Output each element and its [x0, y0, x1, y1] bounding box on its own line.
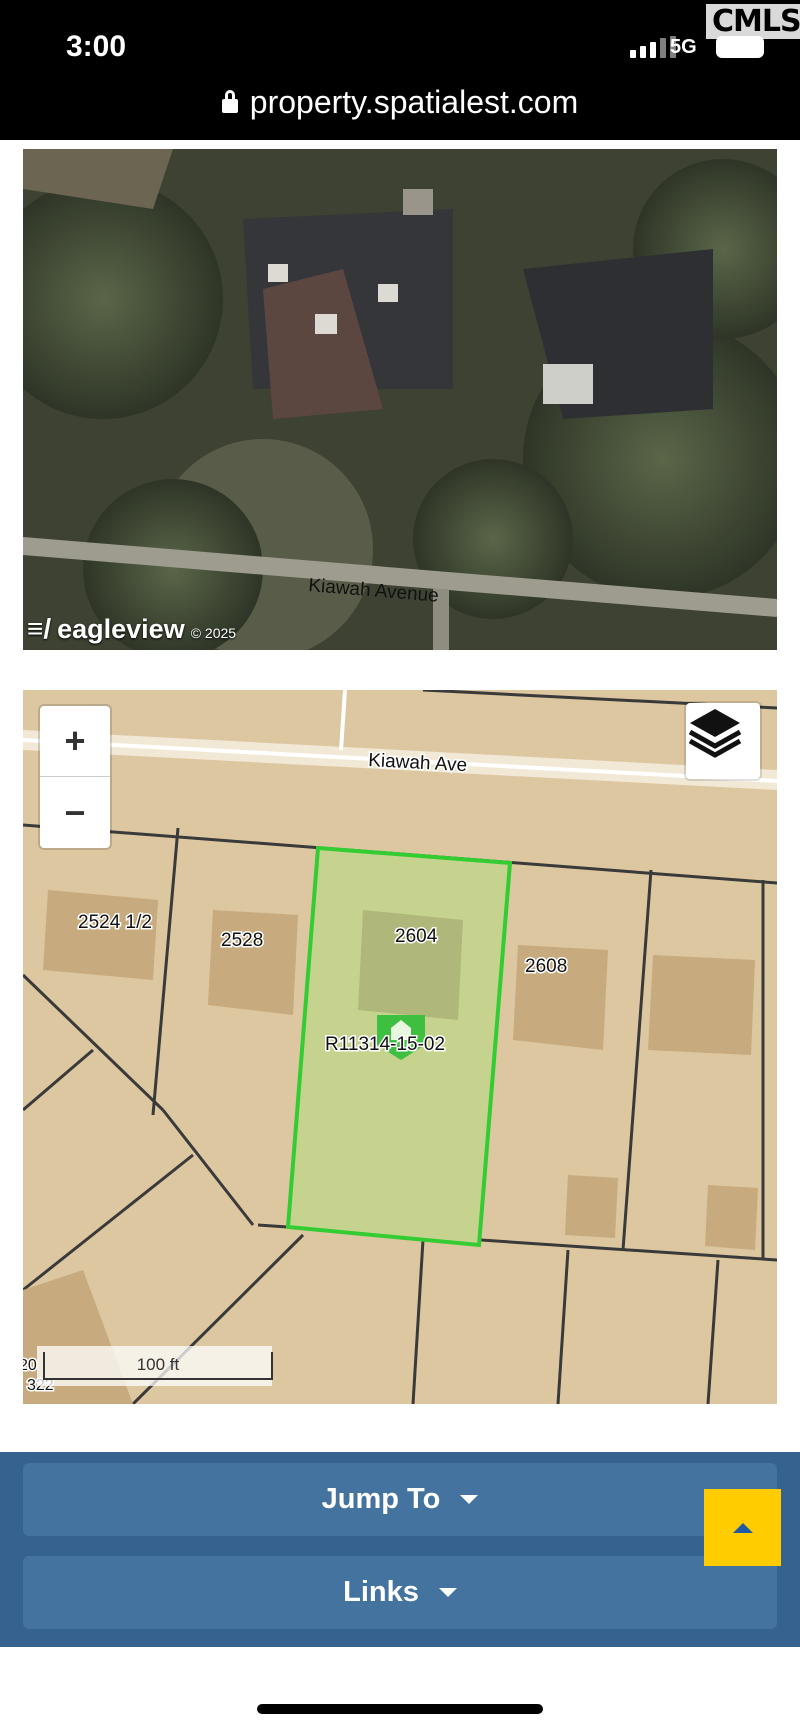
parcel-id-label: R11314-15-02 — [325, 1034, 445, 1055]
battery-icon — [716, 36, 764, 58]
arrow-up-icon — [732, 1522, 753, 1533]
navigation-panel: Jump To Links — [0, 1452, 800, 1647]
scroll-to-top-button[interactable] — [704, 1489, 781, 1566]
jump-to-label: Jump To — [321, 1483, 441, 1515]
url-text: property.spatialest.com — [249, 84, 579, 120]
lock-icon — [221, 90, 238, 113]
svg-text:20: 20 — [23, 1357, 37, 1374]
eagleview-logo: ≡/eagleview © 2025 — [27, 613, 237, 644]
chevron-down-icon — [460, 1495, 479, 1504]
links-label: Links — [343, 1576, 419, 1608]
parcel-map[interactable]: Kiawah Ave 2524 1/2 2528 2604 2608 R1131… — [23, 690, 777, 1404]
scale-label: 100 ft — [43, 1352, 273, 1380]
address-bar[interactable]: property.spatialest.com — [0, 84, 800, 121]
home-indicator[interactable] — [257, 1704, 543, 1714]
parcel-label-2524-1-2: 2524 1/2 — [78, 912, 152, 933]
zoom-out-button[interactable]: − — [40, 777, 110, 848]
aerial-photo: Kiawah Avenue ≡/eagleview © 2025 — [23, 149, 777, 650]
zoom-in-button[interactable]: + — [40, 706, 110, 777]
scale-bar: 100 ft — [37, 1346, 273, 1386]
links-button[interactable]: Links — [23, 1556, 777, 1629]
chevron-down-icon — [438, 1588, 457, 1597]
parcel-label-2528: 2528 — [221, 930, 263, 951]
jump-to-button[interactable]: Jump To — [23, 1463, 777, 1536]
parcel-label-2604: 2604 — [395, 926, 438, 947]
zoom-control: + − — [40, 706, 110, 848]
parcel-label-2608: 2608 — [525, 956, 567, 977]
cmls-watermark: CMLS — [706, 4, 800, 39]
layers-icon — [688, 709, 742, 758]
layers-button[interactable] — [686, 703, 760, 779]
status-bar: 3:00 5G CMLS property.spatialest.com — [0, 0, 800, 140]
clock: 3:00 — [66, 30, 127, 63]
network-type: 5G — [670, 36, 697, 58]
